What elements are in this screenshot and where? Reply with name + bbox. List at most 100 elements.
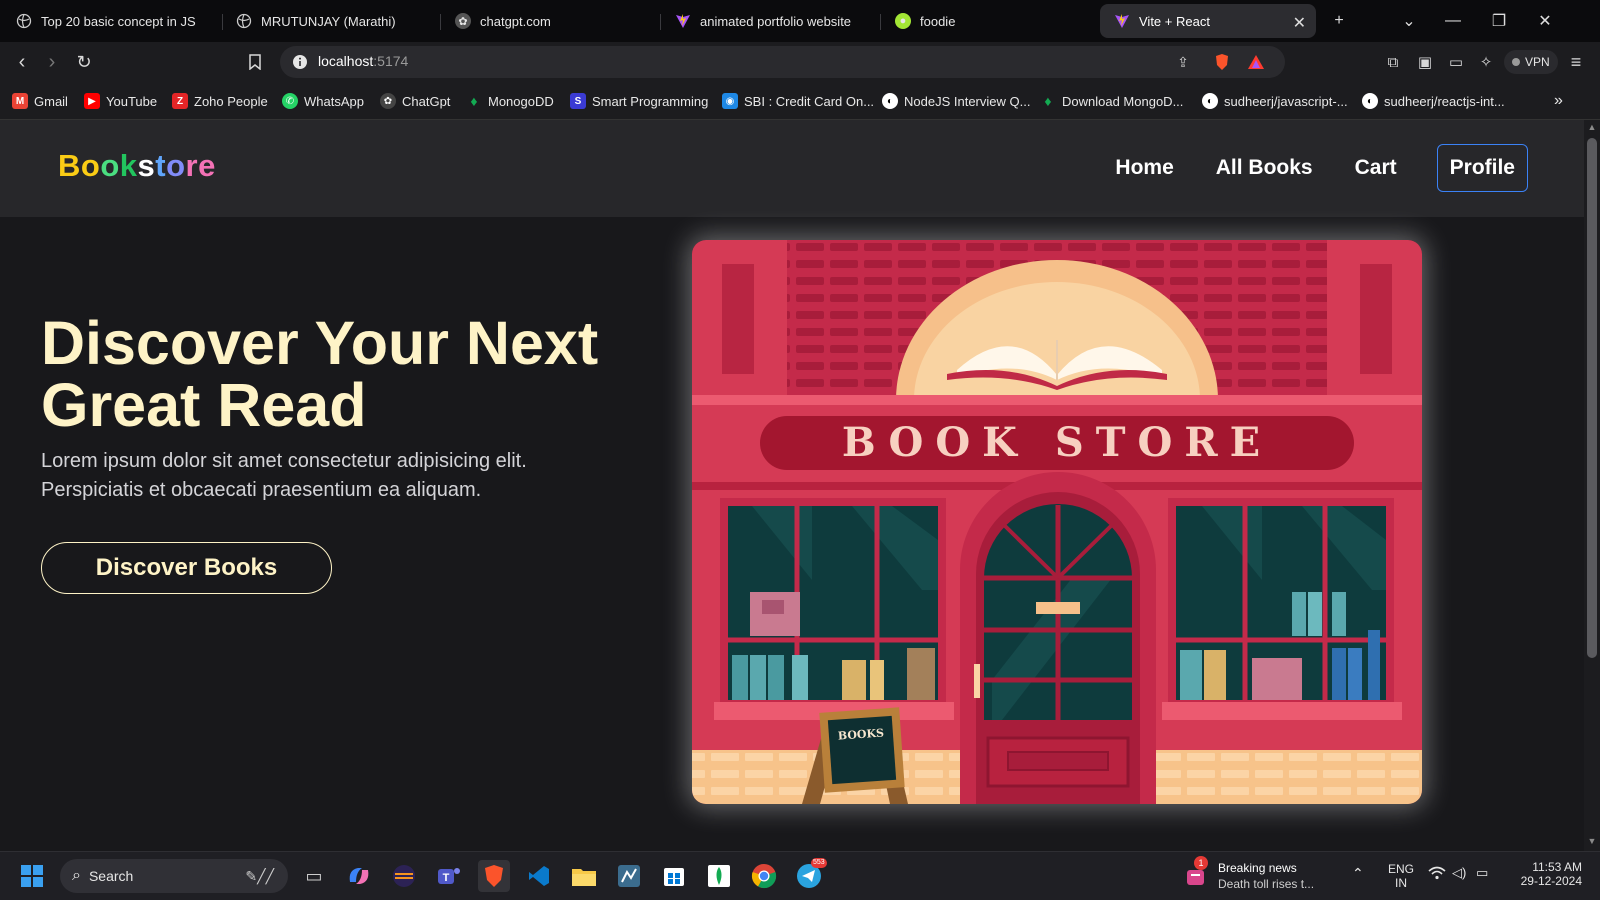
tab-foodie[interactable]: ● foodie xyxy=(881,4,1099,38)
reload-icon[interactable]: ↻ xyxy=(72,50,96,74)
news-widget[interactable]: Breaking news Death toll rises t... xyxy=(1218,860,1314,892)
close-tab-icon[interactable]: ✕ xyxy=(1293,13,1306,33)
logo-letter: r xyxy=(185,148,199,183)
bookmark-sudheerj-reactjs[interactable]: ◐ sudheerj/reactjs-int... xyxy=(1362,91,1505,111)
github-icon: ◐ xyxy=(882,93,898,109)
scroll-up-icon[interactable]: ▲ xyxy=(1587,122,1597,132)
page-scrollbar[interactable]: ▲ ▼ xyxy=(1584,120,1600,851)
tab-chatgpt[interactable]: ✿ chatgpt.com xyxy=(441,4,659,38)
bookmarks-bar: M Gmail ▶ YouTube Z Zoho People ✆ WhatsApp ✿… xyxy=(0,82,1600,120)
copilot-icon[interactable] xyxy=(343,860,375,892)
browser-toolbar: ‹ › ↻ localhost:5174 ⇪ ⧉ ▣ ▭ ✧ VPN ≡ xyxy=(0,42,1600,82)
bookmark-label: SBI : Credit Card On... xyxy=(744,93,875,109)
nav-links: Home All Books Cart Profile xyxy=(1073,144,1528,192)
close-window-icon[interactable]: ✕ xyxy=(1522,0,1568,42)
bookmark-zoho-people[interactable]: Z Zoho People xyxy=(172,91,268,111)
bookmark-chatgpt[interactable]: ✿ ChatGpt xyxy=(380,91,450,111)
news-widget-icon[interactable]: 1 xyxy=(1180,856,1212,892)
forward-icon[interactable]: › xyxy=(40,50,64,74)
wifi-icon[interactable] xyxy=(1428,866,1446,882)
volume-icon[interactable]: ◁) xyxy=(1452,866,1466,880)
logo-letter: o xyxy=(100,148,120,183)
search-highlight-icon: ✎╱╱ xyxy=(245,867,274,884)
site-logo[interactable]: Bookstore xyxy=(58,148,216,184)
new-tab-icon[interactable]: + xyxy=(1316,0,1362,42)
telegram-icon[interactable]: 553 xyxy=(793,858,827,892)
windows-start-icon[interactable] xyxy=(16,860,48,892)
scrollbar-thumb[interactable] xyxy=(1587,138,1597,658)
brave-rewards-icon[interactable] xyxy=(1246,52,1266,72)
logo-letter: o xyxy=(166,148,186,183)
tab-title: Vite + React xyxy=(1139,13,1210,29)
tab-title: animated portfolio website xyxy=(700,13,852,29)
tab-mrutunjay[interactable]: MRUTUNJAY (Marathi) xyxy=(222,4,440,38)
chatgpt-icon: ✿ xyxy=(455,13,471,29)
bookmark-sbi[interactable]: ◉ SBI : Credit Card On... xyxy=(722,91,874,111)
brave-browser-icon[interactable] xyxy=(478,860,510,892)
brave-shield-icon[interactable] xyxy=(1212,52,1232,72)
scroll-down-icon[interactable]: ▼ xyxy=(1587,836,1597,846)
mysql-workbench-icon[interactable] xyxy=(613,860,645,892)
tab-animated-portfolio[interactable]: animated portfolio website xyxy=(661,4,879,38)
vscode-icon[interactable] xyxy=(523,860,555,892)
bookmark-youtube[interactable]: ▶ YouTube xyxy=(84,91,157,111)
tab-top-20-js[interactable]: Top 20 basic concept in JS xyxy=(2,4,222,38)
eclipse-icon[interactable] xyxy=(388,860,420,892)
globe-icon xyxy=(16,13,32,29)
bookmark-smart-programming[interactable]: S Smart Programming xyxy=(570,91,708,111)
bookstore-illustration: BOOK STORE BOOKS xyxy=(692,240,1422,804)
bookmark-label: Download MongoD... xyxy=(1062,93,1184,109)
foodie-icon: ● xyxy=(895,13,911,29)
bookmark-mongodb[interactable]: ♦ MonogoDD xyxy=(466,91,553,111)
store-sign-text: BOOK STORE xyxy=(842,419,1272,466)
restore-icon[interactable]: ❐ xyxy=(1476,0,1522,42)
address-bar[interactable]: localhost:5174 ⇪ xyxy=(280,46,1285,78)
logo-letter: k xyxy=(119,148,138,183)
mongodb-icon: ♦ xyxy=(1044,93,1052,109)
github-icon: ◐ xyxy=(1202,93,1218,109)
menu-icon[interactable]: ≡ xyxy=(1565,51,1587,73)
clock-date: 29-12-2024 xyxy=(1520,874,1582,888)
nav-all-books-link[interactable]: All Books xyxy=(1216,156,1313,180)
bookmark-label: Zoho People xyxy=(194,93,268,109)
language-indicator[interactable]: ENG IN xyxy=(1388,862,1414,890)
taskbar-search-box[interactable]: ⌕ Search ✎╱╱ xyxy=(60,859,288,893)
tray-overflow-chevron-icon[interactable]: ⌃ xyxy=(1352,866,1364,880)
vite-icon xyxy=(1114,13,1130,29)
teams-icon[interactable]: T xyxy=(433,860,465,892)
sidebar-icon[interactable]: ▣ xyxy=(1414,51,1436,73)
logo-letter: e xyxy=(198,148,216,183)
bookmark-nodejs-interview[interactable]: ◐ NodeJS Interview Q... xyxy=(882,91,1030,111)
task-view-icon[interactable]: ▭ xyxy=(298,860,330,892)
bookmark-download-mongodb[interactable]: ♦ Download MongoD... xyxy=(1040,91,1183,111)
tab-vite-react[interactable]: Vite + React ✕ xyxy=(1100,4,1316,38)
nav-home-link[interactable]: Home xyxy=(1115,156,1173,180)
bookmark-icon[interactable] xyxy=(243,50,267,74)
leo-ai-icon[interactable]: ✧ xyxy=(1475,51,1497,73)
vpn-button[interactable]: VPN xyxy=(1504,50,1558,74)
battery-icon[interactable]: ▭ xyxy=(1476,866,1488,880)
wallet-icon[interactable]: ▭ xyxy=(1445,51,1467,73)
system-clock[interactable]: 11:53 AM 29-12-2024 xyxy=(1512,860,1582,888)
whatsapp-icon: ✆ xyxy=(282,93,298,109)
microsoft-store-icon[interactable] xyxy=(658,860,690,892)
bookmark-whatsapp[interactable]: ✆ WhatsApp xyxy=(282,91,364,111)
nav-cart-link[interactable]: Cart xyxy=(1355,156,1397,180)
vpn-label: VPN xyxy=(1525,55,1550,69)
minimize-icon[interactable]: — xyxy=(1430,0,1476,42)
more-bookmarks-icon[interactable]: » xyxy=(1554,91,1563,111)
url-host: localhost xyxy=(318,53,374,69)
back-icon[interactable]: ‹ xyxy=(10,50,34,74)
page-viewport: Bookstore Home All Books Cart Profile Di… xyxy=(0,120,1584,851)
chrome-icon[interactable] xyxy=(748,860,780,892)
extensions-icon[interactable]: ⧉ xyxy=(1382,51,1404,73)
mongodb-compass-icon[interactable] xyxy=(703,860,735,892)
bookmark-sudheerj-javascript[interactable]: ◐ sudheerj/javascript-... xyxy=(1202,91,1348,111)
site-info-icon[interactable] xyxy=(290,52,310,72)
share-icon[interactable]: ⇪ xyxy=(1173,52,1193,72)
bookmark-gmail[interactable]: M Gmail xyxy=(12,91,68,111)
tab-search-chevron-icon[interactable]: ⌄ xyxy=(1386,0,1432,42)
nav-profile-button[interactable]: Profile xyxy=(1436,144,1528,192)
discover-books-button[interactable]: Discover Books xyxy=(41,542,332,594)
file-explorer-icon[interactable] xyxy=(568,860,600,892)
